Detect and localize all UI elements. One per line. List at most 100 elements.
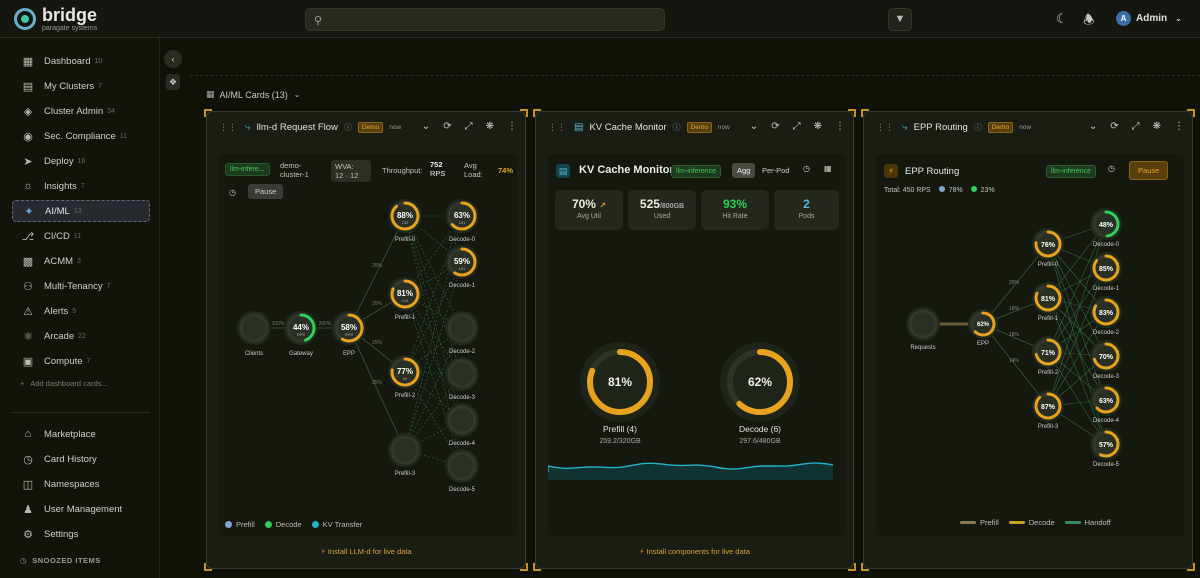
sidebar-item-label: Settings bbox=[44, 528, 79, 540]
git-icon: ⎇ bbox=[21, 230, 35, 243]
sidebar-item-label: Insights bbox=[44, 180, 77, 192]
filter-button[interactable]: ▼ bbox=[888, 8, 912, 31]
pause-button[interactable]: Pause bbox=[1129, 161, 1169, 180]
sidebar-item-card-history[interactable]: ◷ Card History bbox=[12, 448, 150, 470]
sidebar-item-ai-ml[interactable]: ✦ AI/ML 13 bbox=[12, 200, 150, 222]
kv-inner-title: KV Cache Monitor bbox=[579, 164, 674, 176]
sidebar-item-settings[interactable]: ⚙ Settings bbox=[12, 523, 150, 545]
prefill-label: Prefill-3 bbox=[1038, 424, 1059, 430]
prefill-sub: 132 bbox=[402, 220, 409, 225]
pause-button[interactable]: Pause bbox=[248, 184, 284, 199]
clock-icon[interactable]: ◷ bbox=[229, 188, 236, 197]
collapse-sidebar-button[interactable]: ‹ bbox=[164, 50, 182, 68]
namespace-chip[interactable]: llm-infere... bbox=[225, 163, 270, 176]
sidebar-item-label: Dashboard bbox=[44, 55, 91, 67]
sidebar-item-insights[interactable]: ☼ Insights 7 bbox=[12, 175, 150, 197]
sidebar-item-arcade[interactable]: ⚛ Arcade 22 bbox=[12, 325, 150, 347]
refresh-icon[interactable]: ⟳ bbox=[443, 121, 451, 132]
sidebar-item-marketplace[interactable]: ⌂ Marketplace bbox=[12, 423, 150, 445]
stat-avg-util: 70% ↗ Avg Util bbox=[555, 190, 623, 230]
bell-icon[interactable]: 🕭 bbox=[1083, 11, 1095, 33]
agg-toggle[interactable]: Agg bbox=[732, 163, 756, 178]
sidebar-item-count: 7 bbox=[106, 282, 111, 290]
info-icon[interactable]: ⓘ bbox=[974, 122, 982, 133]
info-icon[interactable]: ⓘ bbox=[344, 122, 352, 133]
expand-icon[interactable]: ⤢ bbox=[1132, 121, 1140, 132]
more-icon[interactable]: ⋮ bbox=[1174, 121, 1184, 132]
install-components-link[interactable]: ⚡ Install components for live data bbox=[536, 547, 853, 556]
kv-gauge-name: Decode (6) bbox=[739, 424, 781, 434]
decode-label: Decode-5 bbox=[449, 487, 476, 493]
user-menu[interactable]: A Admin ⌄ bbox=[1116, 11, 1182, 26]
sidebar-item-my-clusters[interactable]: ▤ My Clusters 7 bbox=[12, 75, 150, 97]
snoozed-items[interactable]: ◷ SNOOZED ITEMS bbox=[20, 556, 101, 565]
add-dashboard-cards[interactable]: + Add dashboard cards... bbox=[20, 379, 108, 388]
drag-handle-icon[interactable]: ⋮⋮ bbox=[548, 122, 566, 133]
bug-icon[interactable]: ❋ bbox=[486, 121, 494, 132]
section-header[interactable]: ▦ AI/ML Cards (13) ⌄ bbox=[206, 89, 300, 100]
chart-icon: ▩ bbox=[22, 255, 34, 268]
sidebar-item-compute[interactable]: ▣ Compute 7 bbox=[12, 350, 150, 372]
pin-button[interactable]: ❖ bbox=[166, 74, 180, 90]
chevron-down-icon[interactable]: ⌄ bbox=[422, 121, 430, 132]
bug-icon[interactable]: ❋ bbox=[1153, 121, 1161, 132]
card-llmd-request-flow: ⋮⋮ ⤷ llm-d Request Flow ⓘ Demo now ⌄ ⟳ ⤢… bbox=[204, 109, 528, 571]
decode-sub: 181 bbox=[459, 266, 466, 271]
grid-icon[interactable]: ▦ bbox=[824, 164, 832, 173]
edge-label: 14% bbox=[1009, 358, 1020, 364]
sidebar-item-acmm[interactable]: ▩ ACMM 3 bbox=[12, 250, 150, 272]
card-corner-accent bbox=[520, 563, 528, 571]
decode-pct: 70% bbox=[1099, 354, 1114, 361]
app-title: bridge bbox=[42, 5, 98, 25]
refresh-icon[interactable]: ⟳ bbox=[1110, 121, 1118, 132]
card-title: EPP Routing bbox=[913, 121, 968, 133]
bug-icon[interactable]: ❋ bbox=[814, 121, 822, 132]
sidebar-item-ci-cd[interactable]: ⎇ CI/CD 11 bbox=[12, 225, 150, 247]
namespace-chip[interactable]: llm-inference bbox=[1046, 165, 1097, 178]
prefill-label: Prefill-3 bbox=[395, 471, 416, 477]
sidebar-item-label: User Management bbox=[44, 503, 123, 515]
more-icon[interactable]: ⋮ bbox=[835, 121, 845, 132]
namespace-chip[interactable]: llm-inference bbox=[671, 165, 722, 178]
per-pod-toggle[interactable]: Per-Pod bbox=[758, 163, 794, 178]
sidebar-item-label: Cluster Admin bbox=[44, 105, 104, 117]
decode-node-track bbox=[447, 451, 477, 481]
expand-icon[interactable]: ⤢ bbox=[793, 121, 801, 132]
info-icon[interactable]: ⓘ bbox=[673, 122, 681, 133]
sidebar-item-count: 7 bbox=[98, 82, 103, 90]
sidebar-item-sec-compliance[interactable]: ◉ Sec. Compliance 11 bbox=[12, 125, 150, 147]
rocket-icon: ➤ bbox=[23, 155, 33, 168]
clock-icon[interactable]: ◷ bbox=[803, 164, 810, 173]
sidebar-item-dashboard[interactable]: ▦ Dashboard 10 bbox=[12, 50, 150, 72]
card-corner-accent bbox=[861, 563, 869, 571]
sidebar-item-user-management[interactable]: ♟ User Management bbox=[12, 498, 150, 520]
refresh-icon[interactable]: ⟳ bbox=[771, 121, 779, 132]
updated-time: now bbox=[717, 123, 730, 131]
sidebar-item-namespaces[interactable]: ◫ Namespaces bbox=[12, 473, 150, 495]
more-icon[interactable]: ⋮ bbox=[507, 121, 517, 132]
sidebar-item-count: 10 bbox=[94, 57, 103, 65]
sidebar-item-alerts[interactable]: ⚠ Alerts 5 bbox=[12, 300, 150, 322]
card-corner-accent bbox=[204, 109, 212, 117]
database-icon: ▤ bbox=[574, 121, 584, 133]
install-llmd-link[interactable]: ⚡ Install LLM-d for live data bbox=[207, 547, 525, 556]
card-corner-accent bbox=[533, 563, 541, 571]
user-name: Admin bbox=[1136, 13, 1168, 24]
chevron-down-icon[interactable]: ⌄ bbox=[750, 121, 758, 132]
drag-handle-icon[interactable]: ⋮⋮ bbox=[219, 122, 237, 133]
search-input[interactable]: ⚲ bbox=[305, 8, 665, 31]
chevron-down-icon[interactable]: ⌄ bbox=[1089, 121, 1097, 132]
expand-icon[interactable]: ⤢ bbox=[465, 121, 473, 132]
decode-label: Decode-2 bbox=[1093, 330, 1120, 336]
sidebar-item-cluster-admin[interactable]: ◈ Cluster Admin 34 bbox=[12, 100, 150, 122]
sidebar-item-deploy[interactable]: ➤ Deploy 16 bbox=[12, 150, 150, 172]
clock-icon[interactable]: ◷ bbox=[1108, 164, 1115, 173]
server-icon: ▤ bbox=[22, 80, 34, 93]
drag-handle-icon[interactable]: ⋮⋮ bbox=[876, 122, 894, 133]
moon-icon[interactable]: ☾ bbox=[1056, 11, 1068, 27]
kv-gauge-detail: 297.6/480GB bbox=[739, 438, 781, 445]
flow-legend: Prefill Decode KV Transfer bbox=[225, 520, 362, 529]
sidebar-item-multi-tenancy[interactable]: ⚇ Multi-Tenancy 7 bbox=[12, 275, 150, 297]
requests-label: Requests bbox=[910, 345, 935, 351]
logo[interactable]: bridge paragate systems bbox=[14, 6, 97, 32]
